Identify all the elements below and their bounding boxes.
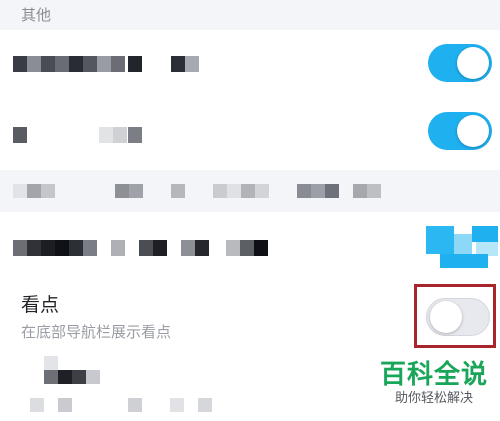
settings-row-2[interactable] (0, 102, 500, 170)
toggle-knob (457, 47, 489, 79)
blurred-band (0, 170, 500, 212)
section-header: 其他 (0, 0, 500, 30)
watermark-title: 百科全说 (379, 360, 488, 390)
section-title: 其他 (21, 6, 52, 24)
toggle-knob (457, 115, 489, 147)
blurred-label (13, 127, 153, 143)
settings-row-3[interactable] (0, 212, 500, 284)
watermark-logo: 百科全说 助你轻松解决 (376, 360, 492, 408)
blurred-label (13, 240, 268, 256)
blurred-label (20, 356, 220, 416)
kandian-description: 在底部导航栏展示看点 (21, 323, 172, 341)
feature-toggle-1[interactable] (428, 44, 492, 82)
highlight-box (414, 284, 496, 348)
settings-row-1[interactable] (0, 30, 500, 102)
watermark-subtitle: 助你轻松解决 (394, 391, 473, 406)
kandian-label: 看点 (21, 294, 60, 316)
blurred-toggle[interactable] (426, 226, 498, 270)
blurred-label (13, 56, 203, 72)
feature-toggle-2[interactable] (428, 112, 492, 150)
